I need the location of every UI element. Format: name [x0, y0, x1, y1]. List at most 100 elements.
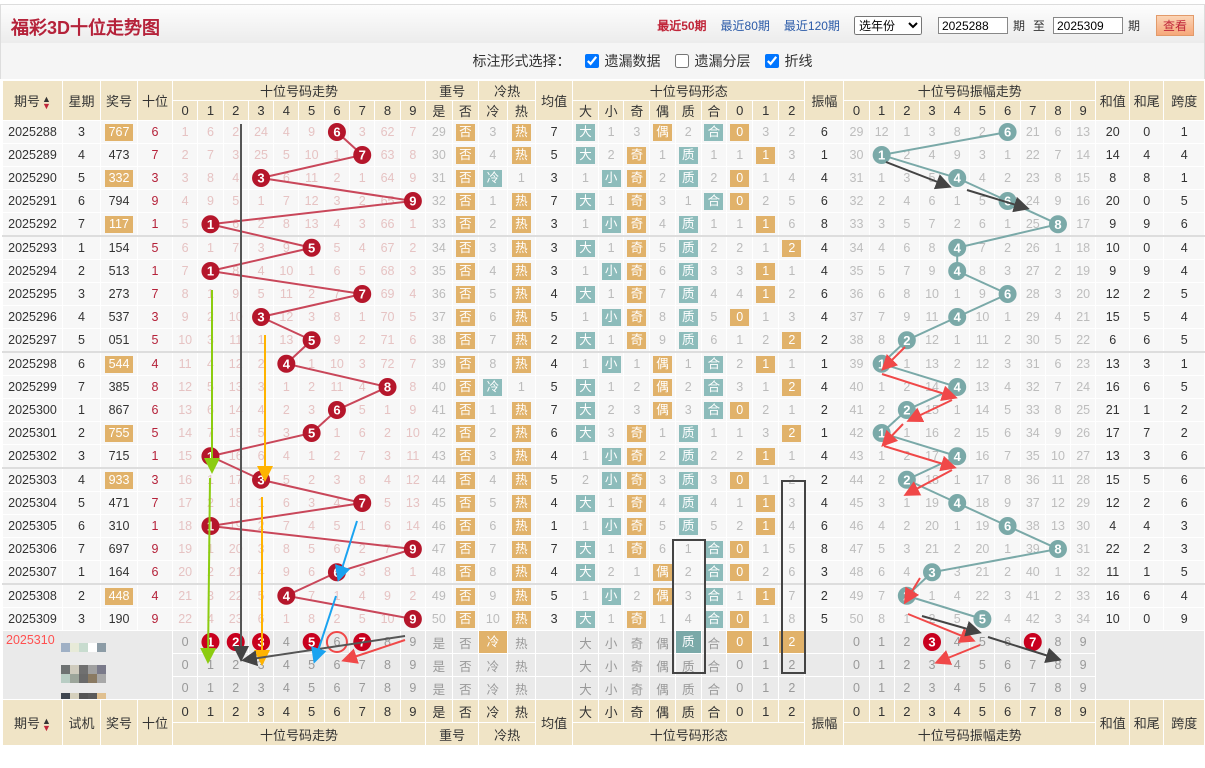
option-missing-data[interactable]: 遗漏数据 [581, 51, 661, 71]
forecast-trend-digit[interactable]: 0 [171, 653, 199, 677]
recent-120-link[interactable]: 最近120期 [784, 17, 840, 34]
forecast-amp-digit[interactable]: 3 [918, 653, 946, 677]
forecast-repeat-yes[interactable]: 是 [425, 676, 453, 700]
forecast-shape[interactable]: 质 [674, 653, 702, 677]
forecast-amp-digit[interactable]: 9 [1070, 653, 1097, 677]
forecast-trend-digit[interactable]: 8 [374, 676, 401, 700]
recent-80-link[interactable]: 最近80期 [721, 17, 770, 34]
option-polyline[interactable]: 折线 [761, 51, 813, 71]
forecast-mod3[interactable]: 0 [726, 653, 754, 677]
forecast-amp-digit[interactable]: 8 [1044, 653, 1072, 677]
forecast-trend-digit[interactable]: 4 [273, 630, 300, 654]
col-issue[interactable]: 期号 ▲ ▼ [2, 80, 63, 121]
forecast-trend-digit[interactable]: 9 [399, 630, 427, 654]
forecast-repeat-no[interactable]: 否 [451, 653, 480, 677]
forecast-amp-digit[interactable]: 3 [918, 630, 946, 654]
forecast-shape[interactable]: 偶 [649, 653, 676, 677]
forecast-trend-digit[interactable]: 6 [323, 653, 351, 677]
forecast-hot[interactable]: 热 [506, 630, 537, 654]
forecast-row[interactable]: 0123456789是否冷热大小奇偶质合0120123456789 [3, 676, 1205, 700]
forecast-repeat-no[interactable]: 否 [451, 676, 480, 700]
from-issue-input[interactable] [937, 17, 1008, 34]
forecast-cold[interactable]: 冷 [478, 630, 508, 654]
forecast-mod3[interactable]: 2 [778, 676, 806, 700]
forecast-trend-digit[interactable]: 3 [247, 653, 275, 677]
forecast-mod3[interactable]: 1 [752, 676, 780, 700]
forecast-cold[interactable]: 冷 [478, 676, 508, 700]
forecast-trend-digit[interactable]: 5 [298, 676, 325, 700]
forecast-trend-digit[interactable]: 7 [349, 653, 376, 677]
forecast-trend-digit[interactable]: 8 [374, 630, 401, 654]
polyline-checkbox[interactable] [764, 54, 779, 68]
forecast-trend-digit[interactable]: 1 [197, 630, 224, 654]
forecast-amp-digit[interactable]: 8 [1044, 676, 1072, 700]
forecast-amp-digit[interactable]: 5 [969, 653, 996, 677]
recent-50-link[interactable]: 最近50期 [657, 17, 706, 34]
forecast-trend-digit[interactable]: 5 [298, 653, 325, 677]
forecast-shape[interactable]: 偶 [649, 676, 676, 700]
footer-col-issue[interactable]: 期号 ▲ ▼ [2, 699, 63, 746]
forecast-amp-digit[interactable]: 1 [868, 676, 895, 700]
forecast-amp-digit[interactable]: 5 [969, 676, 996, 700]
forecast-mod3[interactable]: 2 [778, 630, 806, 654]
missing-layers-checkbox[interactable] [674, 54, 689, 68]
forecast-amp-digit[interactable]: 0 [843, 630, 870, 654]
forecast-cold[interactable]: 冷 [478, 653, 508, 677]
forecast-shape[interactable]: 大 [572, 630, 599, 654]
forecast-hot[interactable]: 热 [506, 676, 537, 700]
forecast-amp-digit[interactable]: 2 [893, 676, 920, 700]
forecast-amp-digit[interactable]: 5 [969, 630, 996, 654]
forecast-amp-digit[interactable]: 7 [1019, 630, 1046, 654]
to-issue-input[interactable] [1052, 17, 1123, 34]
forecast-shape[interactable]: 大 [572, 653, 599, 677]
option-missing-layers[interactable]: 遗漏分层 [671, 51, 751, 71]
forecast-hot[interactable]: 热 [506, 653, 537, 677]
forecast-trend-digit[interactable]: 0 [171, 676, 199, 700]
forecast-amp-digit[interactable]: 0 [843, 653, 870, 677]
forecast-shape[interactable]: 大 [572, 676, 599, 700]
forecast-repeat-no[interactable]: 否 [451, 630, 480, 654]
forecast-amp-digit[interactable]: 2 [893, 653, 920, 677]
forecast-shape[interactable]: 小 [597, 630, 625, 654]
forecast-amp-digit[interactable]: 9 [1070, 630, 1097, 654]
forecast-amp-digit[interactable]: 4 [944, 676, 971, 700]
forecast-shape[interactable]: 奇 [623, 676, 651, 700]
forecast-shape[interactable]: 奇 [623, 630, 651, 654]
forecast-trend-digit[interactable]: 7 [349, 676, 376, 700]
forecast-trend-digit[interactable]: 4 [273, 653, 300, 677]
forecast-trend-digit[interactable]: 1 [197, 676, 224, 700]
forecast-trend-digit[interactable]: 3 [247, 630, 275, 654]
forecast-amp-digit[interactable]: 7 [1019, 676, 1046, 700]
forecast-trend-digit[interactable]: 9 [399, 676, 427, 700]
forecast-shape[interactable]: 质 [674, 630, 702, 654]
sort-icon[interactable]: ▲ ▼ [42, 94, 51, 110]
forecast-amp-digit[interactable]: 6 [994, 653, 1021, 677]
forecast-amp-digit[interactable]: 7 [1019, 653, 1046, 677]
forecast-trend-digit[interactable]: 0 [171, 630, 199, 654]
forecast-shape[interactable]: 小 [597, 653, 625, 677]
forecast-row[interactable]: 0123456789是否冷热大小奇偶质合0120123456789 [3, 653, 1205, 677]
sort-icon[interactable]: ▲ ▼ [42, 716, 51, 732]
forecast-shape[interactable]: 小 [597, 676, 625, 700]
forecast-trend-digit[interactable]: 2 [222, 653, 249, 677]
forecast-repeat-yes[interactable]: 是 [425, 630, 453, 654]
forecast-mod3[interactable]: 0 [726, 630, 754, 654]
forecast-shape[interactable]: 合 [700, 653, 728, 677]
forecast-trend-digit[interactable]: 2 [222, 630, 249, 654]
forecast-amp-digit[interactable]: 4 [944, 630, 971, 654]
forecast-amp-digit[interactable]: 6 [994, 676, 1021, 700]
year-select[interactable]: 选年份 [853, 16, 922, 35]
forecast-shape[interactable]: 质 [674, 676, 702, 700]
forecast-trend-digit[interactable]: 3 [247, 676, 275, 700]
forecast-amp-digit[interactable]: 8 [1044, 630, 1072, 654]
forecast-trend-digit[interactable]: 6 [323, 630, 351, 654]
forecast-shape[interactable]: 偶 [649, 630, 676, 654]
forecast-shape[interactable]: 奇 [623, 653, 651, 677]
forecast-trend-digit[interactable]: 7 [349, 630, 376, 654]
forecast-trend-digit[interactable]: 6 [323, 676, 351, 700]
forecast-trend-digit[interactable]: 8 [374, 653, 401, 677]
forecast-amp-digit[interactable]: 1 [868, 653, 895, 677]
forecast-trend-digit[interactable]: 4 [273, 676, 300, 700]
forecast-amp-digit[interactable]: 3 [918, 676, 946, 700]
forecast-row[interactable]: 2025310 0 1 2 3 4 5 6 7 8 9 是否冷热大小奇偶质合 0 1 2 0 1 2 3 4 5 6 7 8 9 [2, 630, 1205, 700]
